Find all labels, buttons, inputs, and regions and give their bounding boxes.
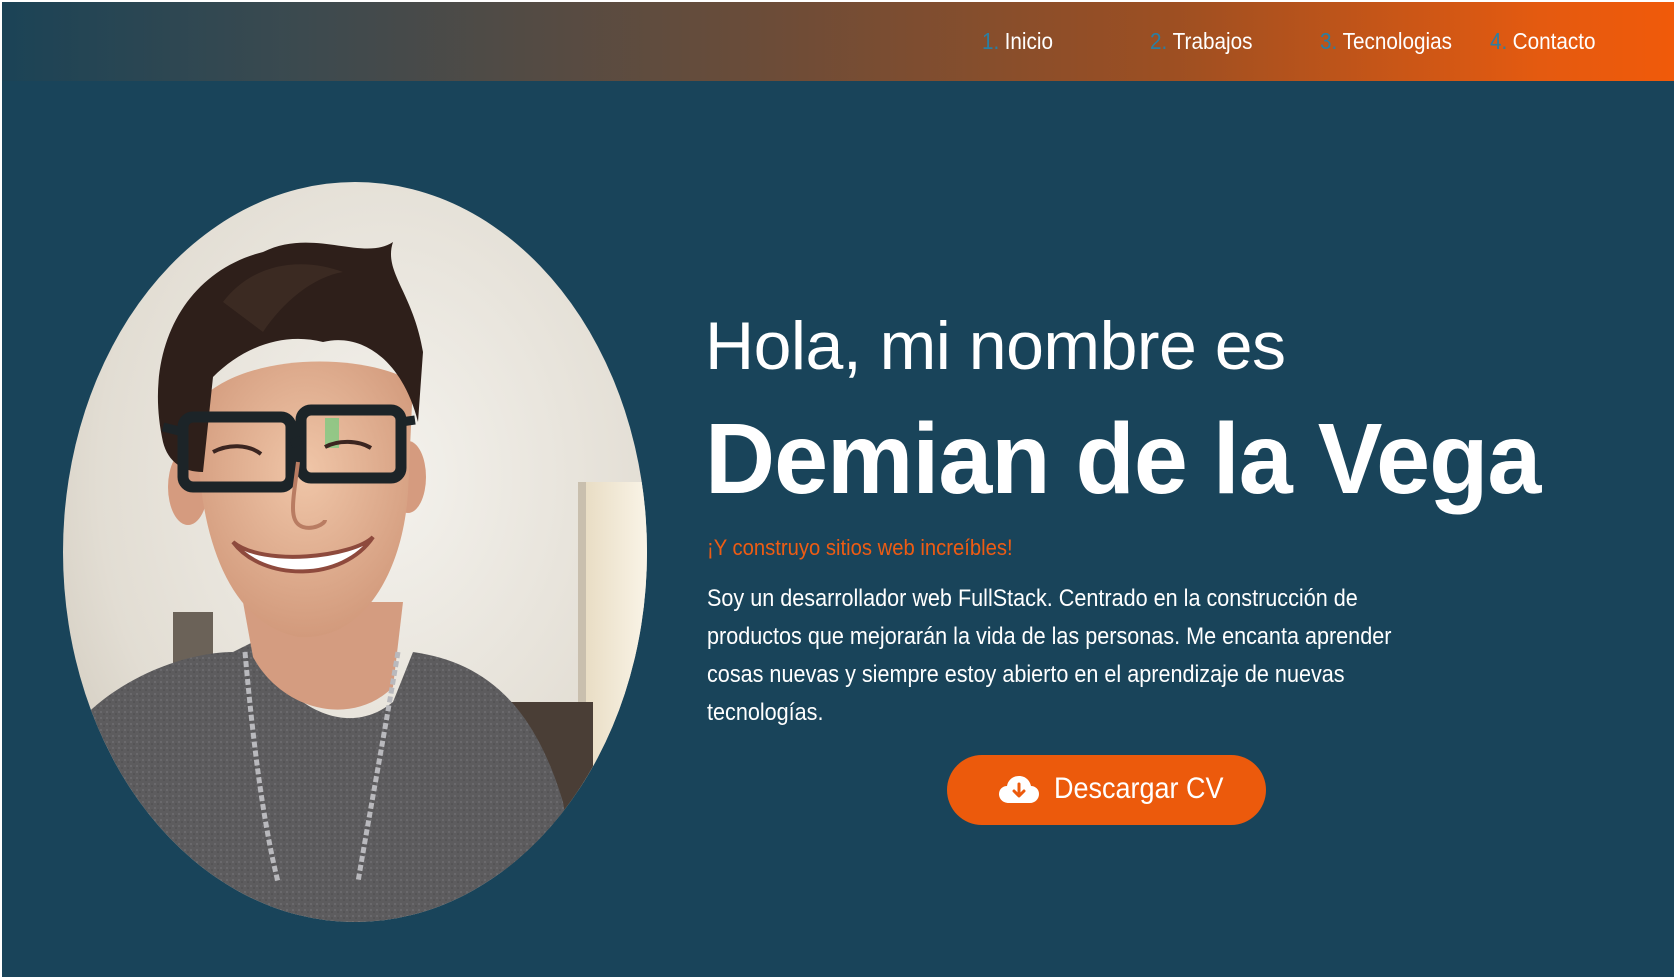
screenshot-frame: 1. Inicio 2. Trabajos 3. Tecnologias 4. Cont… [0, 0, 1676, 980]
nav-item-number: 3. [1320, 28, 1338, 54]
top-navbar: 1. Inicio 2. Trabajos 3. Tecnologias 4. Cont… [2, 2, 1674, 81]
nav-item-label: Inicio [1004, 28, 1054, 54]
nav-item-trabajos[interactable]: 2. Trabajos [1150, 28, 1252, 55]
landing-page: 1. Inicio 2. Trabajos 3. Tecnologias 4. Cont… [2, 2, 1674, 977]
nav-item-label: Tecnologias [1342, 28, 1452, 54]
hero-greeting: Hola, mi nombre es [705, 308, 1286, 384]
nav-item-tecnologias[interactable]: 3. Tecnologias [1320, 28, 1452, 55]
hero-name: Demian de la Vega [705, 403, 1541, 515]
nav-item-label: Trabajos [1172, 28, 1253, 54]
nav-item-label: Contacto [1512, 28, 1596, 54]
nav-item-contacto[interactable]: 4. Contacto [1490, 28, 1596, 55]
profile-photo [63, 182, 647, 922]
nav-item-inicio[interactable]: 1. Inicio [982, 28, 1053, 55]
nav-item-number: 4. [1490, 28, 1508, 54]
download-cv-label: Descargar CV [1054, 772, 1224, 805]
nav-item-number: 2. [1150, 28, 1168, 54]
hero-tagline: ¡Y construyo sitios web increíbles! [707, 535, 1013, 560]
cloud-download-icon [999, 776, 1039, 803]
download-cv-button[interactable]: Descargar CV [947, 755, 1266, 825]
hero-bio: Soy un desarrollador web FullStack. Cent… [707, 585, 1392, 726]
nav-item-number: 1. [982, 28, 1000, 54]
